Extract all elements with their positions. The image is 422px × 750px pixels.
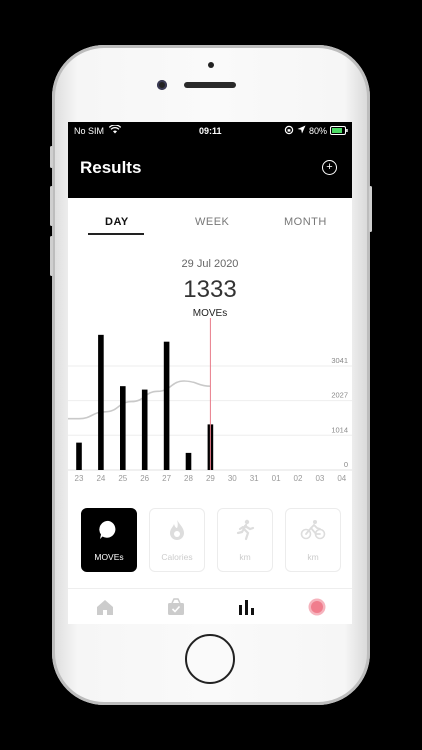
bar-23 xyxy=(76,442,82,470)
runner-icon xyxy=(218,519,272,541)
metric-cards: MOVEs Calories km km xyxy=(68,506,352,576)
x-tick-label: 02 xyxy=(294,474,303,483)
y-tick-label: 0 xyxy=(344,460,348,469)
wifi-icon xyxy=(108,124,122,136)
home-icon[interactable] xyxy=(95,597,115,617)
card-calories[interactable]: Calories xyxy=(149,508,205,572)
tab-month[interactable]: MONTH xyxy=(284,216,327,228)
volume-up-button xyxy=(50,186,53,226)
battery-icon xyxy=(330,126,348,137)
proximity-sensor xyxy=(208,62,214,68)
card-label: Calories xyxy=(161,552,193,562)
home-button[interactable] xyxy=(185,634,235,684)
card-run-distance[interactable]: km xyxy=(217,508,273,572)
x-tick-label: 31 xyxy=(250,474,259,483)
y-tick-label: 2027 xyxy=(331,391,348,400)
record-icon[interactable] xyxy=(307,597,327,617)
card-bike-distance[interactable]: km xyxy=(285,508,341,572)
x-tick-label: 04 xyxy=(337,474,346,483)
page-title: Results xyxy=(80,158,142,177)
bar-chart-icon[interactable] xyxy=(236,597,256,617)
bar-27 xyxy=(163,341,170,470)
x-tick-label: 25 xyxy=(118,474,127,483)
x-tick-label: 23 xyxy=(75,474,84,483)
flame-icon xyxy=(150,519,204,541)
add-button[interactable]: + xyxy=(322,160,337,175)
bar-25 xyxy=(120,386,126,470)
plus-icon: + xyxy=(326,161,333,173)
selected-date: 29 Jul 2020 xyxy=(181,258,239,270)
app-screen: No SIM 09:11 80% Results + DAY WEEK MONT… xyxy=(68,122,352,624)
location-arrow-icon xyxy=(297,125,306,136)
x-tick-label: 24 xyxy=(96,474,105,483)
earpiece-speaker xyxy=(184,82,236,88)
total-value: 1333 xyxy=(183,276,237,303)
bar-24 xyxy=(98,334,104,470)
bar-28 xyxy=(185,452,192,470)
y-tick-label: 3041 xyxy=(331,356,348,365)
card-label: km xyxy=(307,552,319,562)
mute-switch xyxy=(50,146,53,168)
moves-bubble-icon xyxy=(82,519,136,541)
battery-percent: 80% xyxy=(309,126,328,136)
x-tick-label: 27 xyxy=(162,474,171,483)
status-bar: No SIM 09:11 80% xyxy=(68,122,352,140)
x-tick-label: 26 xyxy=(140,474,149,483)
tab-week[interactable]: WEEK xyxy=(195,216,229,228)
power-button xyxy=(369,186,372,232)
bottom-tab-bar xyxy=(68,588,352,624)
card-moves[interactable]: MOVEs xyxy=(81,508,137,572)
clock: 09:11 xyxy=(199,126,222,136)
x-tick-label: 01 xyxy=(272,474,281,483)
x-tick-label: 03 xyxy=(315,474,324,483)
x-tick-label: 28 xyxy=(184,474,193,483)
carrier-label: No SIM xyxy=(74,126,105,136)
card-label: MOVEs xyxy=(94,552,124,562)
x-tick-label: 29 xyxy=(206,474,215,483)
front-camera xyxy=(157,80,167,90)
x-tick-label: 30 xyxy=(228,474,237,483)
active-tab-indicator xyxy=(88,233,144,235)
card-label: km xyxy=(239,552,251,562)
rotation-lock-icon xyxy=(284,125,294,137)
basket-icon[interactable] xyxy=(166,597,186,617)
bicycle-icon xyxy=(286,519,340,541)
app-header: Results + xyxy=(68,140,352,198)
y-tick-label: 1014 xyxy=(331,425,348,434)
activity-bar-chart[interactable]: 3041 2027 1014 0 23 24 25 26 27 28 29 30 31 01 02 03 04 xyxy=(68,318,352,488)
volume-down-button xyxy=(50,236,53,276)
tab-day[interactable]: DAY xyxy=(105,216,129,228)
bar-26 xyxy=(141,389,148,470)
trend-line xyxy=(68,380,211,420)
